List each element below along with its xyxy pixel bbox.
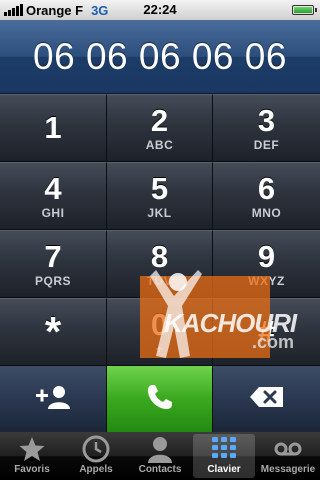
add-contact-icon bbox=[35, 384, 71, 415]
key-letters: GHI bbox=[41, 205, 65, 220]
tab-contacts[interactable]: Contacts bbox=[129, 434, 191, 478]
key-9[interactable]: 9 WXYZ bbox=[213, 230, 320, 298]
keypad-icon bbox=[210, 434, 238, 464]
key-letters: PQRS bbox=[34, 273, 71, 288]
tab-favoris[interactable]: Favoris bbox=[1, 434, 63, 478]
carrier-name: Orange F bbox=[26, 2, 84, 18]
key-letters: + bbox=[155, 341, 164, 356]
key-6[interactable]: 6 MNO bbox=[213, 162, 320, 230]
key-3[interactable]: 3 DEF bbox=[213, 94, 320, 162]
delete-button[interactable] bbox=[213, 366, 320, 432]
status-bar: Orange F 3G 22:24 bbox=[0, 0, 320, 20]
network-type: 3G bbox=[91, 2, 109, 18]
key-letters: TUV bbox=[146, 273, 173, 288]
dialed-number: 06 06 06 06 06 bbox=[33, 35, 287, 77]
contact-icon bbox=[146, 434, 174, 464]
battery-level bbox=[294, 7, 312, 13]
phone-icon bbox=[145, 382, 175, 417]
tab-label: Favoris bbox=[14, 464, 50, 475]
key-letters: WXYZ bbox=[248, 273, 285, 288]
add-contact-button[interactable] bbox=[0, 366, 107, 432]
key-digit: 4 bbox=[44, 170, 62, 206]
tab-label: Clavier bbox=[207, 464, 241, 475]
key-letters: DEF bbox=[253, 137, 280, 152]
key-letters: JKL bbox=[147, 205, 172, 220]
backspace-icon bbox=[249, 386, 285, 413]
key-4[interactable]: 4 GHI bbox=[0, 162, 107, 230]
key-digit: # bbox=[257, 314, 276, 349]
tab-clavier[interactable]: Clavier bbox=[193, 434, 255, 478]
key-digit: 6 bbox=[257, 170, 276, 206]
tab-label: Appels bbox=[79, 464, 113, 475]
dial-keypad: 1 2 ABC 3 DEF 4 GHI 5 JKL 6 MNO 7 PQRS 8… bbox=[0, 94, 320, 366]
key-digit: 2 bbox=[150, 102, 169, 138]
tab-appels[interactable]: Appels bbox=[65, 434, 127, 478]
voicemail-icon bbox=[273, 434, 303, 464]
number-display: 06 06 06 06 06 bbox=[0, 20, 320, 94]
key-digit: 3 bbox=[257, 102, 276, 138]
key-0[interactable]: 0 + bbox=[107, 298, 213, 366]
tab-bar: Favoris Appels Contacts Clavier Messager… bbox=[0, 432, 320, 480]
key-digit: 5 bbox=[150, 170, 169, 206]
key-2[interactable]: 2 ABC bbox=[107, 94, 213, 162]
clock-icon bbox=[82, 434, 110, 464]
key-star[interactable]: * bbox=[0, 298, 107, 366]
key-hash[interactable]: # bbox=[213, 298, 320, 366]
key-letters: MNO bbox=[251, 205, 282, 220]
key-7[interactable]: 7 PQRS bbox=[0, 230, 107, 298]
key-digit: 7 bbox=[44, 238, 62, 274]
tab-messagerie[interactable]: Messagerie bbox=[257, 434, 319, 478]
star-icon bbox=[18, 434, 46, 464]
key-letters: ABC bbox=[145, 137, 174, 152]
key-digit: * bbox=[44, 308, 62, 355]
call-button[interactable] bbox=[107, 366, 213, 432]
signal-strength-icon bbox=[4, 4, 23, 16]
tab-label: Messagerie bbox=[260, 464, 316, 475]
key-digit: 1 bbox=[44, 110, 62, 145]
key-8[interactable]: 8 TUV bbox=[107, 230, 213, 298]
key-digit: 8 bbox=[150, 238, 169, 274]
tab-label: Contacts bbox=[138, 464, 182, 475]
key-digit: 9 bbox=[257, 238, 276, 274]
key-digit: 0 bbox=[150, 306, 169, 342]
key-5[interactable]: 5 JKL bbox=[107, 162, 213, 230]
battery-icon bbox=[292, 5, 317, 15]
key-1[interactable]: 1 bbox=[0, 94, 107, 162]
action-row bbox=[0, 366, 320, 432]
